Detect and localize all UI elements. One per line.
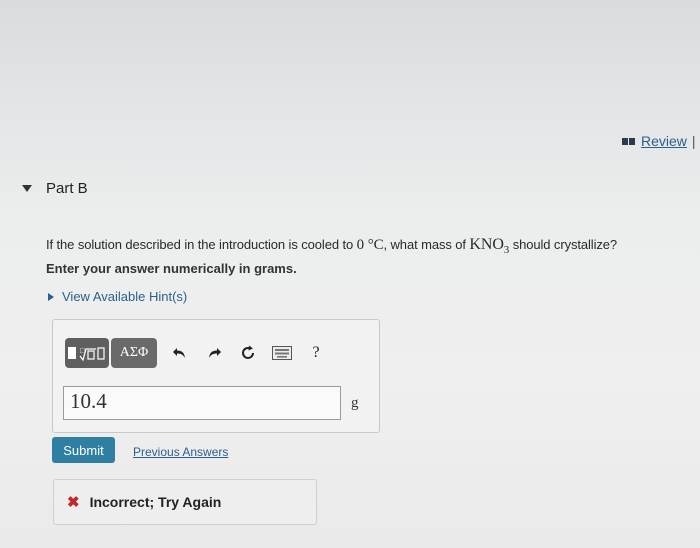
feedback-message: Incorrect; Try Again — [89, 494, 222, 510]
undo-icon[interactable] — [167, 340, 193, 366]
question-instruction: Enter your answer numerically in grams. — [46, 261, 297, 276]
previous-answers-link[interactable]: Previous Answers — [133, 445, 228, 459]
view-hints-toggle[interactable]: View Available Hint(s) — [48, 289, 187, 304]
submit-button[interactable]: Submit — [52, 437, 115, 463]
math-toolbar: □ ΑΣΦ ? — [65, 338, 329, 368]
templates-icon[interactable]: □ — [65, 338, 109, 368]
unit-label: g — [351, 394, 359, 411]
greek-symbols-button[interactable]: ΑΣΦ — [111, 338, 157, 368]
review-link-group[interactable]: Review | — [622, 133, 696, 149]
answer-input[interactable]: 10.4 — [63, 386, 341, 420]
question-temperature: 0 °C — [356, 237, 384, 253]
keyboard-icon[interactable] — [269, 340, 295, 366]
redo-icon[interactable] — [201, 340, 227, 366]
question-text: If the solution described in the introdu… — [46, 236, 617, 256]
compound-main: KNO — [469, 236, 504, 253]
answer-panel: □ ΑΣΦ ? 10.4 g — [52, 319, 380, 433]
help-icon[interactable]: ? — [303, 340, 329, 366]
templates-glyph-icon: □ — [68, 346, 105, 362]
feedback-box: ✖ Incorrect; Try Again — [53, 479, 317, 525]
question-text-after: should crystallize? — [509, 237, 618, 252]
review-icon — [622, 137, 635, 145]
header-separator: | — [691, 133, 696, 149]
part-b-header[interactable]: Part B — [22, 180, 88, 197]
part-title: Part B — [46, 180, 88, 197]
collapse-triangle-icon[interactable] — [22, 185, 32, 192]
answer-input-row: 10.4 g — [63, 386, 359, 420]
template-button-group: □ — [65, 338, 109, 368]
review-link[interactable]: Review — [641, 133, 687, 149]
compound-formula: KNO3 — [469, 236, 509, 256]
view-hints-label[interactable]: View Available Hint(s) — [62, 289, 187, 304]
reset-icon[interactable] — [235, 340, 261, 366]
expand-triangle-icon — [48, 292, 54, 301]
question-text-middle: , what mass of — [383, 237, 470, 252]
question-text-before: If the solution described in the introdu… — [46, 237, 357, 252]
incorrect-x-icon: ✖ — [67, 494, 80, 511]
